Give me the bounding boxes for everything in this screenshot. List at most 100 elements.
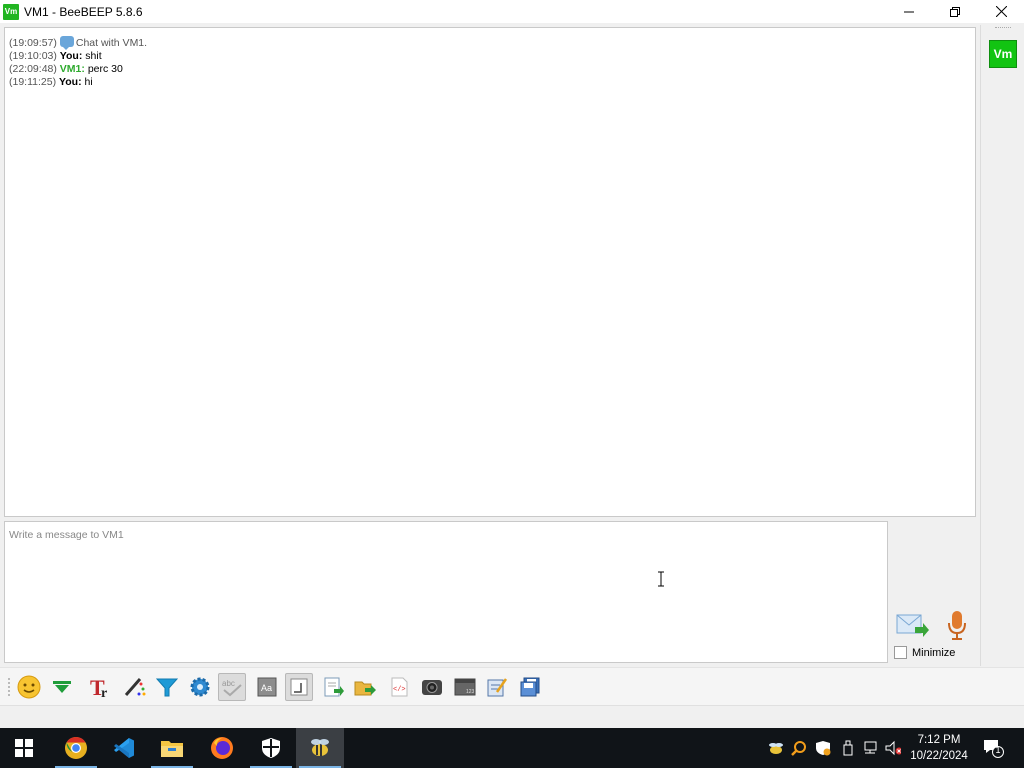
notification-count: 1	[995, 745, 1001, 755]
message-text: shit	[85, 50, 102, 62]
window-icon: 123	[454, 678, 476, 696]
chat-history[interactable]: (19:09:57) Chat with VM1. (19:10:03) You:…	[4, 27, 976, 517]
tray-defender[interactable]	[815, 740, 831, 756]
svg-text:Aa: Aa	[261, 683, 272, 693]
save-chat-icon	[324, 677, 344, 697]
shield-warning-icon	[816, 741, 831, 756]
send-icon	[896, 614, 929, 637]
toolbar-grip[interactable]	[8, 678, 11, 696]
clock-time: 7:12 PM	[917, 734, 961, 746]
taskbar-beebeep[interactable]	[296, 728, 344, 768]
svg-text:123: 123	[466, 689, 475, 695]
voice-message-button[interactable]	[944, 609, 970, 641]
user-avatar-vm1[interactable]: Vm	[989, 40, 1017, 68]
chat-toolbar: Tr abc Aa </> 123	[0, 667, 1024, 705]
filter-icon	[155, 678, 179, 697]
dictionary-button[interactable]: Aa	[253, 673, 281, 701]
save-chat-button[interactable]	[319, 673, 347, 701]
window-button[interactable]: 123	[451, 673, 479, 701]
spellcheck-button[interactable]: abc	[218, 673, 246, 701]
emoticons-menu-button[interactable]	[48, 673, 76, 701]
message-sender: You:	[59, 50, 83, 62]
tray-volume[interactable]	[885, 740, 901, 756]
search-icon	[791, 741, 806, 756]
dictionary-icon: Aa	[257, 677, 277, 697]
members-panel: Vm	[980, 25, 1024, 666]
clock-date: 10/22/2024	[910, 750, 968, 762]
minimize-checkbox[interactable]	[894, 646, 907, 659]
title-bar: Vm VM1 - BeeBEEP 5.8.6	[0, 0, 1024, 23]
chat-message: (19:10:03) You: shit	[9, 50, 971, 63]
usb-device-icon	[843, 740, 853, 756]
settings-gear-icon	[190, 677, 210, 697]
restore-icon	[950, 6, 960, 17]
settings-button[interactable]	[186, 673, 214, 701]
color-pen-icon	[124, 678, 146, 696]
emoticons-button[interactable]	[15, 673, 43, 701]
text-cursor-icon	[658, 571, 664, 587]
panel-grip[interactable]	[995, 27, 1011, 31]
emoticon-icon	[17, 675, 41, 699]
message-text: hi	[84, 76, 93, 88]
tray-usb[interactable]	[840, 740, 856, 756]
chat-message: (22:09:48) VM1: perc 30	[9, 63, 971, 76]
svg-text:abc: abc	[222, 679, 235, 688]
message-timestamp: (19:09:57)	[9, 37, 57, 49]
window-controls	[886, 0, 1024, 23]
message-sender: VM1:	[59, 63, 85, 75]
send-message-button[interactable]	[895, 610, 929, 640]
minimize-label: Minimize	[912, 646, 956, 659]
compact-view-icon	[290, 678, 308, 696]
taskbar-chrome[interactable]	[52, 728, 100, 768]
close-icon	[995, 6, 1007, 17]
message-timestamp: (22:09:48)	[9, 63, 57, 75]
close-window-button[interactable]	[978, 0, 1024, 23]
font-color-button[interactable]	[120, 673, 148, 701]
app-icon: Vm	[3, 3, 19, 20]
save-button[interactable]	[517, 673, 545, 701]
svg-text:</>: </>	[393, 686, 406, 694]
minimize-option[interactable]: Minimize	[894, 646, 955, 659]
start-icon	[15, 739, 33, 757]
restore-window-button[interactable]	[932, 0, 978, 23]
minimize-icon	[904, 11, 914, 12]
send-file-button[interactable]	[351, 673, 379, 701]
svg-text:r: r	[101, 686, 107, 699]
tray-network[interactable]	[862, 740, 878, 756]
message-text: perc 30	[87, 63, 123, 75]
taskbar-security[interactable]	[247, 728, 295, 768]
message-input[interactable]: Write a message to VM1	[4, 521, 888, 663]
filter-button[interactable]	[153, 673, 181, 701]
chat-message-system: (19:09:57) Chat with VM1.	[9, 36, 971, 50]
font-icon: Tr	[90, 675, 107, 699]
taskbar-firefox[interactable]	[198, 728, 246, 768]
taskbar-file-explorer[interactable]	[148, 728, 196, 768]
taskbar-clock[interactable]: 7:12 PM 10/22/2024	[904, 732, 974, 764]
vscode-icon	[114, 738, 134, 758]
compact-view-button[interactable]	[285, 673, 313, 701]
chat-bubble-icon	[59, 36, 74, 50]
firefox-icon	[211, 737, 233, 759]
action-center-button[interactable]: 1	[982, 738, 1004, 758]
font-button[interactable]: Tr	[87, 673, 115, 701]
taskbar: 7:12 PM 10/22/2024 1	[0, 728, 1024, 768]
security-icon	[262, 738, 280, 758]
beebeep-icon	[311, 739, 329, 756]
status-bar	[0, 705, 1024, 728]
save-icon	[520, 677, 540, 697]
screenshot-icon	[422, 680, 442, 695]
message-sender: You:	[59, 76, 82, 88]
minimize-window-button[interactable]	[886, 0, 932, 23]
tray-beebeep[interactable]	[768, 740, 784, 756]
beebeep-tray-icon	[769, 743, 783, 754]
window-title: VM1 - BeeBEEP 5.8.6	[24, 4, 143, 19]
notes-button[interactable]	[483, 673, 511, 701]
taskbar-vscode[interactable]	[100, 728, 148, 768]
screenshot-button[interactable]	[418, 673, 446, 701]
html-button[interactable]: </>	[385, 673, 413, 701]
file-explorer-icon	[161, 741, 183, 757]
chrome-icon	[65, 737, 87, 759]
start-button[interactable]	[0, 728, 48, 768]
tray-search[interactable]	[791, 740, 807, 756]
chat-message: (19:11:25) You: hi	[9, 76, 971, 89]
